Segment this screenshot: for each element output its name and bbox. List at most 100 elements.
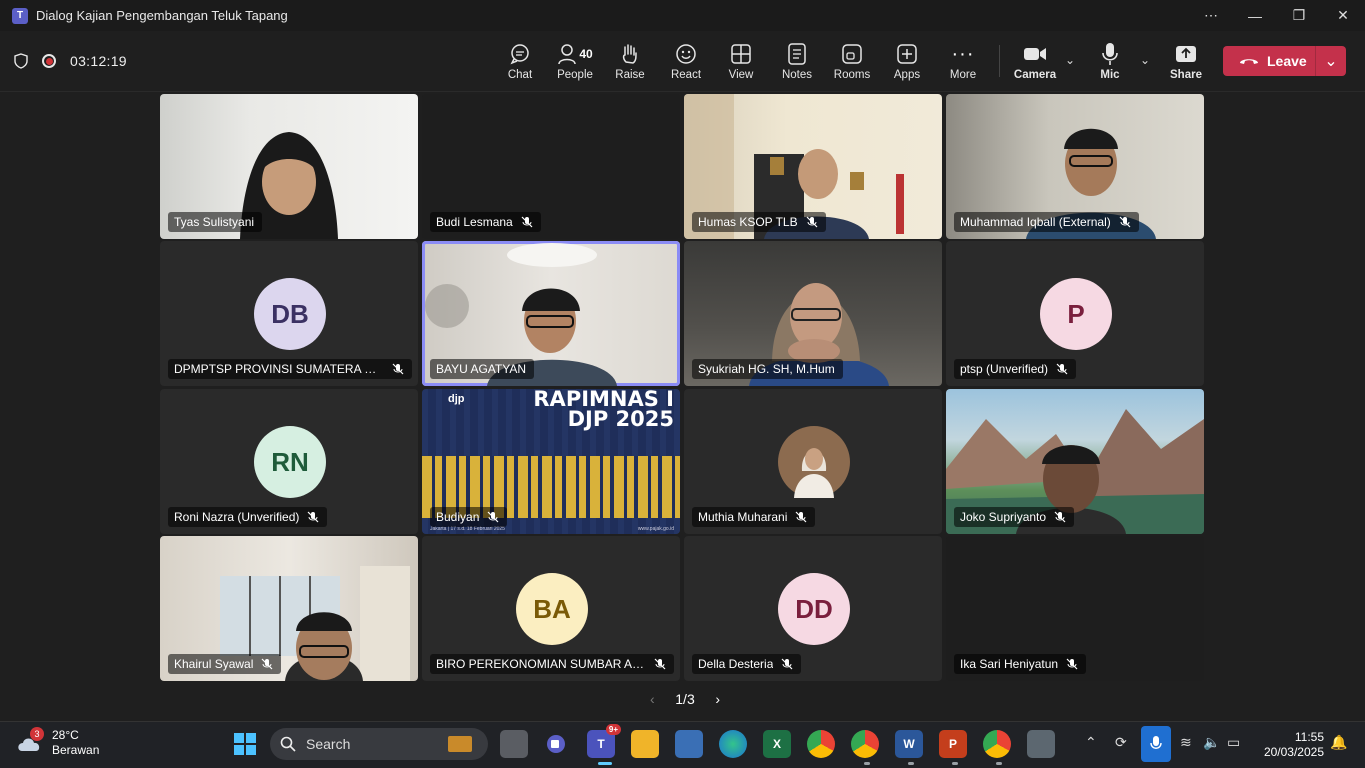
- teams-badge: 9+: [605, 724, 621, 735]
- participant-name-label: Tyas Sulistyani: [168, 212, 263, 232]
- hand-icon: [622, 44, 637, 64]
- participant-name-label: Syukriah HG. SH, M.Hum: [692, 359, 843, 379]
- participant-name: DPMPTSP PROVINSI SUMATERA BAR...: [174, 362, 384, 376]
- view-button[interactable]: View: [713, 31, 769, 91]
- more-button[interactable]: ··· More: [935, 31, 991, 91]
- mic-off-icon: [1066, 658, 1078, 670]
- chat-button[interactable]: Chat: [492, 31, 548, 91]
- participant-name-label: Muhammad Iqball (External): [954, 212, 1139, 232]
- shield-icon: [14, 53, 28, 69]
- slide-site: www.pajak.go.id: [637, 526, 674, 532]
- participant-name: Ika Sari Heniyatun: [960, 657, 1059, 671]
- excel-icon[interactable]: X: [763, 730, 791, 758]
- teams-icon[interactable]: T 9+: [587, 724, 621, 758]
- participant-tile[interactable]: Ika Sari Heniyatun: [946, 536, 1204, 681]
- search-icon: [280, 736, 296, 752]
- participant-tile[interactable]: RN Roni Nazra (Unverified): [160, 389, 418, 534]
- toolbar-divider: [999, 45, 1000, 77]
- people-button[interactable]: 40 People: [547, 31, 603, 91]
- mic-off-icon: [795, 511, 807, 523]
- weather-widget[interactable]: 3 28°C Berawan: [16, 727, 99, 758]
- avatar: DB: [254, 278, 326, 350]
- word-icon[interactable]: W: [895, 730, 923, 758]
- taskbar-search[interactable]: Search: [270, 728, 488, 760]
- minimize-button[interactable]: —: [1233, 0, 1277, 31]
- participant-tile[interactable]: Syukriah HG. SH, M.Hum: [684, 241, 942, 386]
- next-page-chevron-icon[interactable]: ›: [715, 691, 720, 707]
- participant-tile[interactable]: Muhammad Iqball (External): [946, 94, 1204, 239]
- participant-name-label: Joko Supriyanto: [954, 507, 1075, 527]
- mic-off-icon: [487, 511, 499, 523]
- chrome-profile-icon[interactable]: [851, 730, 879, 758]
- gallery-pager: ‹ 1/3 ›: [650, 688, 720, 710]
- slide-logo: djp: [448, 393, 465, 405]
- mic-in-use-icon[interactable]: [1141, 726, 1171, 762]
- leave-options-chevron-icon[interactable]: ⌄: [1316, 51, 1346, 71]
- participant-tile[interactable]: Joko Supriyanto: [946, 389, 1204, 534]
- participant-tile-active[interactable]: BAYU AGATYAN: [422, 241, 680, 386]
- mic-off-icon: [521, 216, 533, 228]
- edge-icon[interactable]: [719, 730, 747, 758]
- volume-muted-icon[interactable]: 🔈: [1203, 734, 1220, 751]
- window-title: Dialog Kajian Pengembangan Teluk Tapang: [36, 8, 288, 23]
- participant-tile[interactable]: DD Della Desteria: [684, 536, 942, 681]
- print-icon[interactable]: [675, 730, 703, 758]
- hang-up-icon: [1240, 59, 1258, 64]
- participant-name: Muthia Muharani: [698, 510, 788, 524]
- task-view-icon[interactable]: [500, 730, 528, 758]
- ellipsis-icon: ···: [951, 42, 975, 65]
- wifi-icon[interactable]: ≋: [1180, 734, 1192, 751]
- chevron-up-icon[interactable]: ⌃: [1085, 734, 1097, 751]
- participant-name-label: BIRO PEREKONOMIAN SUMBAR AZ...: [430, 654, 674, 674]
- raise-hand-button[interactable]: Raise: [602, 31, 658, 91]
- mic-options-chevron-icon[interactable]: ⌄: [1140, 53, 1150, 67]
- mic-button[interactable]: Mic: [1082, 31, 1138, 91]
- microphone-icon: [1102, 43, 1118, 65]
- mic-off-icon: [392, 363, 404, 375]
- participant-name-label: DPMPTSP PROVINSI SUMATERA BAR...: [168, 359, 412, 379]
- avatar: DD: [778, 573, 850, 645]
- more-options-icon[interactable]: ⋯: [1189, 0, 1233, 31]
- system-clock[interactable]: 11:55 20/03/2025: [1258, 730, 1324, 760]
- participant-tile[interactable]: Muthia Muharani: [684, 389, 942, 534]
- participant-tile[interactable]: P ptsp (Unverified): [946, 241, 1204, 386]
- notes-button[interactable]: Notes: [769, 31, 825, 91]
- participant-tile[interactable]: DB DPMPTSP PROVINSI SUMATERA BAR...: [160, 241, 418, 386]
- participant-name-label: Humas KSOP TLB: [692, 212, 826, 232]
- apps-button[interactable]: Apps: [879, 31, 935, 91]
- react-button[interactable]: React: [658, 31, 714, 91]
- powerpoint-icon[interactable]: P: [939, 730, 967, 758]
- notification-bell-icon[interactable]: 🔔: [1330, 734, 1347, 751]
- share-icon: [1176, 46, 1196, 62]
- participant-tile[interactable]: Khairul Syawal: [160, 536, 418, 681]
- participant-tile[interactable]: Humas KSOP TLB: [684, 94, 942, 239]
- participant-name: Roni Nazra (Unverified): [174, 510, 300, 524]
- title-bar: T Dialog Kajian Pengembangan Teluk Tapan…: [0, 0, 1365, 31]
- participant-name: Muhammad Iqball (External): [960, 215, 1111, 229]
- sync-icon[interactable]: ⟳: [1115, 734, 1127, 751]
- participant-tile[interactable]: djp RAPIMNAS I DJP 2025 Jakarta | 17 s.d.…: [422, 389, 680, 534]
- share-button[interactable]: Share: [1158, 31, 1214, 91]
- meet-video-icon[interactable]: [543, 730, 571, 758]
- camera-button[interactable]: Camera: [1007, 31, 1063, 91]
- leave-button[interactable]: Leave: [1223, 53, 1315, 69]
- camera-options-chevron-icon[interactable]: ⌄: [1065, 53, 1075, 67]
- participant-name: Humas KSOP TLB: [698, 215, 798, 229]
- rooms-button[interactable]: Rooms: [824, 31, 880, 91]
- participant-tile[interactable]: Budi Lesmana: [422, 94, 680, 239]
- rooms-icon: [842, 44, 862, 64]
- participant-tile[interactable]: Tyas Sulistyani: [160, 94, 418, 239]
- previous-page-chevron-icon[interactable]: ‹: [650, 691, 655, 707]
- search-highlight-icon: [448, 736, 472, 752]
- participant-grid: Tyas Sulistyani Budi Lesmana Humas KSOP …: [160, 94, 1206, 681]
- maximize-button[interactable]: ❐: [1277, 0, 1321, 31]
- windows-start-icon[interactable]: [231, 730, 259, 758]
- snipping-tool-icon[interactable]: [1027, 730, 1055, 758]
- chrome-alt-icon[interactable]: [983, 730, 1011, 758]
- battery-icon[interactable]: ▭: [1227, 734, 1240, 751]
- chrome-icon[interactable]: [807, 730, 835, 758]
- file-explorer-icon[interactable]: [631, 730, 659, 758]
- close-button[interactable]: ✕: [1321, 0, 1365, 31]
- participant-name-label: Muthia Muharani: [692, 507, 816, 527]
- participant-tile[interactable]: BA BIRO PEREKONOMIAN SUMBAR AZ...: [422, 536, 680, 681]
